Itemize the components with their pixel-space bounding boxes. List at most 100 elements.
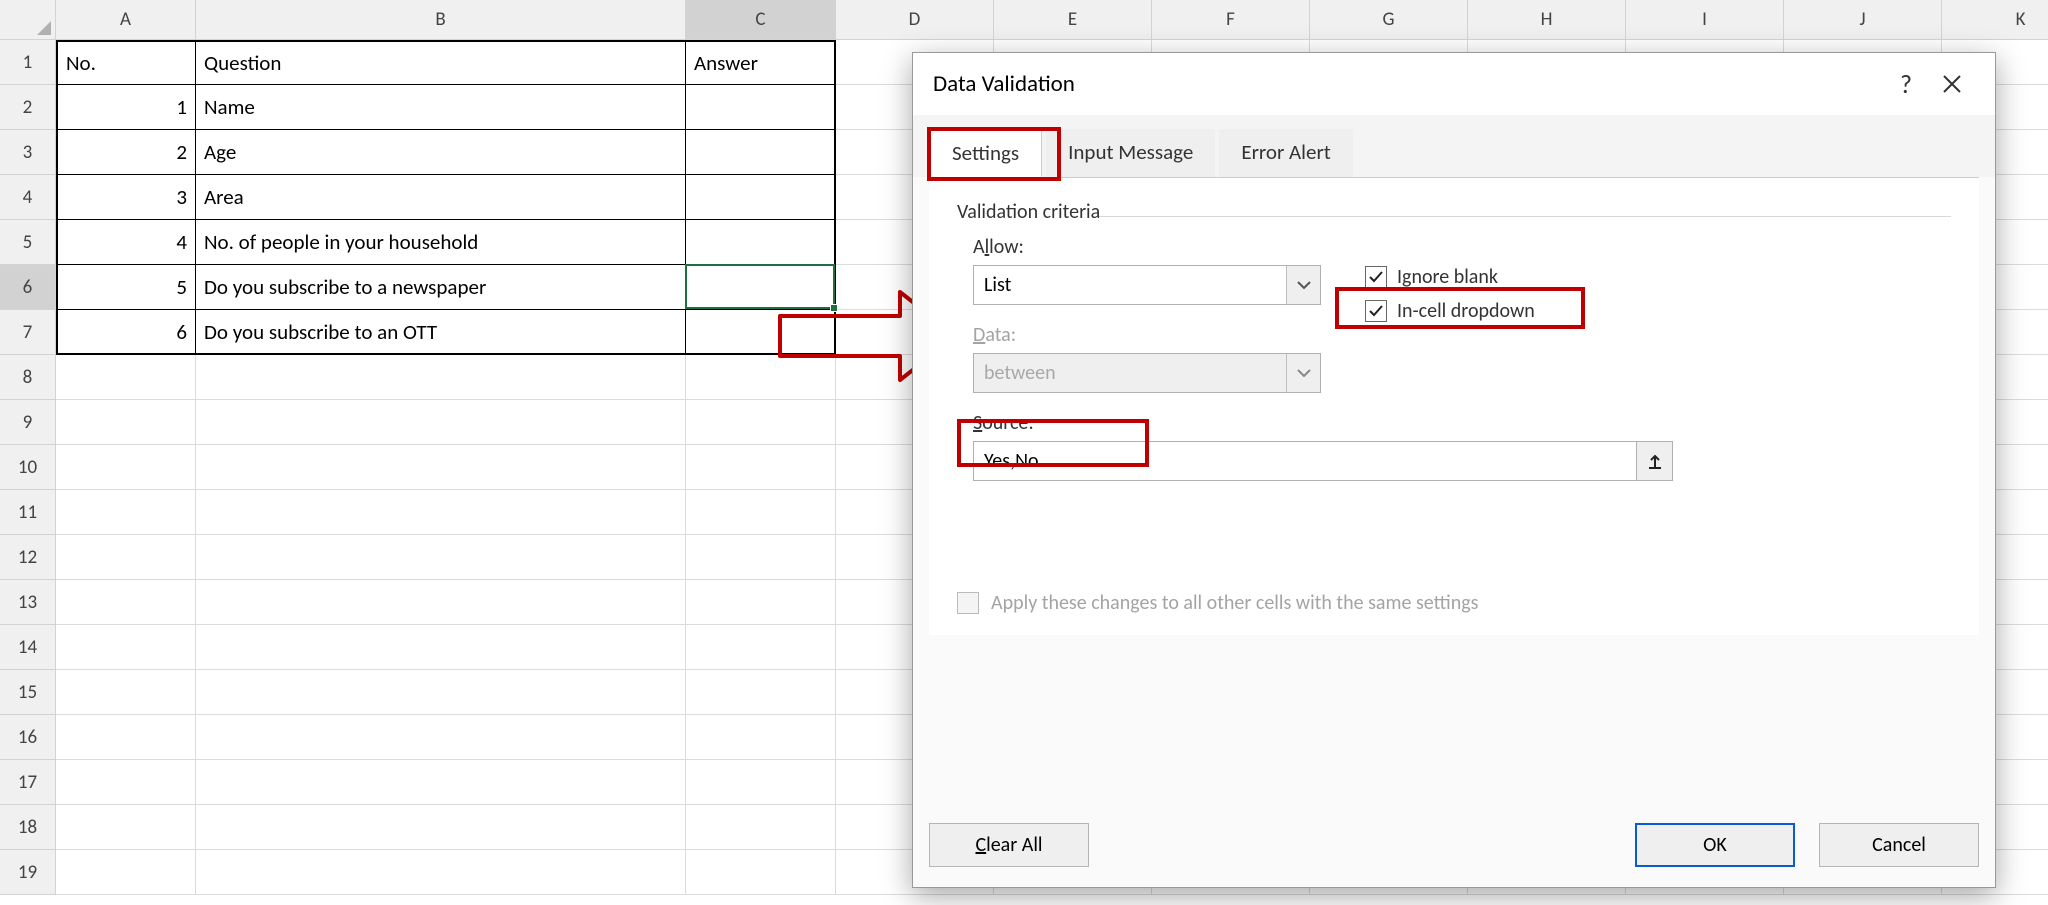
row-header-14[interactable]: 14 (0, 625, 56, 670)
column-header-C[interactable]: C (686, 0, 836, 40)
cell-B9[interactable] (196, 400, 686, 445)
cell-A13[interactable] (56, 580, 196, 625)
cell-B2[interactable]: Name (196, 85, 686, 130)
column-header-A[interactable]: A (56, 0, 196, 40)
cell-A16[interactable] (56, 715, 196, 760)
column-header-D[interactable]: D (836, 0, 994, 40)
tab-error-alert[interactable]: Error Alert (1219, 129, 1352, 177)
cell-B7[interactable]: Do you subscribe to an OTT (196, 310, 686, 355)
cell-C13[interactable] (686, 580, 836, 625)
cell-B3[interactable]: Age (196, 130, 686, 175)
cell-A19[interactable] (56, 850, 196, 895)
range-picker-button[interactable] (1637, 441, 1673, 481)
cell-A7[interactable]: 6 (56, 310, 196, 355)
cell-B12[interactable] (196, 535, 686, 580)
row-header-17[interactable]: 17 (0, 760, 56, 805)
select-all-corner[interactable] (0, 0, 56, 40)
cell-B10[interactable] (196, 445, 686, 490)
cell-C5[interactable] (686, 220, 836, 265)
cell-A14[interactable] (56, 625, 196, 670)
clear-all-button[interactable]: Clear All (929, 823, 1089, 867)
column-header-F[interactable]: F (1152, 0, 1310, 40)
column-header-B[interactable]: B (196, 0, 686, 40)
cell-A15[interactable] (56, 670, 196, 715)
row-header-1[interactable]: 1 (0, 40, 56, 85)
cell-B13[interactable] (196, 580, 686, 625)
source-input[interactable] (973, 441, 1637, 481)
ok-button[interactable]: OK (1635, 823, 1795, 867)
cell-C6[interactable] (686, 265, 836, 310)
cell-C15[interactable] (686, 670, 836, 715)
column-header-E[interactable]: E (994, 0, 1152, 40)
cell-B5[interactable]: No. of people in your household (196, 220, 686, 265)
row-header-2[interactable]: 2 (0, 85, 56, 130)
row-header-8[interactable]: 8 (0, 355, 56, 400)
cell-A9[interactable] (56, 400, 196, 445)
column-header-I[interactable]: I (1626, 0, 1784, 40)
cell-C14[interactable] (686, 625, 836, 670)
cell-B16[interactable] (196, 715, 686, 760)
cell-B8[interactable] (196, 355, 686, 400)
row-header-7[interactable]: 7 (0, 310, 56, 355)
row-header-11[interactable]: 11 (0, 490, 56, 535)
cell-A12[interactable] (56, 535, 196, 580)
row-header-9[interactable]: 9 (0, 400, 56, 445)
cell-B6[interactable]: Do you subscribe to a newspaper (196, 265, 686, 310)
column-header-G[interactable]: G (1310, 0, 1468, 40)
row-header-12[interactable]: 12 (0, 535, 56, 580)
cell-A17[interactable] (56, 760, 196, 805)
column-header-J[interactable]: J (1784, 0, 1942, 40)
cell-C17[interactable] (686, 760, 836, 805)
cell-A18[interactable] (56, 805, 196, 850)
cell-A4[interactable]: 3 (56, 175, 196, 220)
tab-input-message[interactable]: Input Message (1046, 129, 1215, 177)
cell-C3[interactable] (686, 130, 836, 175)
cell-C8[interactable] (686, 355, 836, 400)
row-header-4[interactable]: 4 (0, 175, 56, 220)
cell-B11[interactable] (196, 490, 686, 535)
row-header-19[interactable]: 19 (0, 850, 56, 895)
cell-B15[interactable] (196, 670, 686, 715)
cell-B4[interactable]: Area (196, 175, 686, 220)
cell-C11[interactable] (686, 490, 836, 535)
row-header-3[interactable]: 3 (0, 130, 56, 175)
help-button[interactable]: ? (1883, 61, 1929, 107)
cell-A2[interactable]: 1 (56, 85, 196, 130)
cell-B19[interactable] (196, 850, 686, 895)
cell-A6[interactable]: 5 (56, 265, 196, 310)
row-header-5[interactable]: 5 (0, 220, 56, 265)
row-header-13[interactable]: 13 (0, 580, 56, 625)
cell-C19[interactable] (686, 850, 836, 895)
cell-B1[interactable]: Question (196, 40, 686, 85)
tab-settings[interactable]: Settings (929, 129, 1042, 177)
cell-C7[interactable] (686, 310, 836, 355)
allow-dropdown-button[interactable] (1286, 266, 1320, 304)
row-header-18[interactable]: 18 (0, 805, 56, 850)
in-cell-dropdown-checkbox[interactable]: In-cell dropdown (1365, 299, 1535, 323)
cell-A11[interactable] (56, 490, 196, 535)
row-header-16[interactable]: 16 (0, 715, 56, 760)
cell-A10[interactable] (56, 445, 196, 490)
ignore-blank-checkbox[interactable]: Ignore blank (1365, 265, 1535, 289)
cell-A5[interactable]: 4 (56, 220, 196, 265)
cell-A3[interactable]: 2 (56, 130, 196, 175)
cell-C18[interactable] (686, 805, 836, 850)
cancel-button[interactable]: Cancel (1819, 823, 1979, 867)
cell-C10[interactable] (686, 445, 836, 490)
cell-A8[interactable] (56, 355, 196, 400)
cell-B18[interactable] (196, 805, 686, 850)
column-header-H[interactable]: H (1468, 0, 1626, 40)
close-button[interactable] (1929, 61, 1975, 107)
cell-B17[interactable] (196, 760, 686, 805)
cell-C9[interactable] (686, 400, 836, 445)
cell-C4[interactable] (686, 175, 836, 220)
cell-C1[interactable]: Answer (686, 40, 836, 85)
cell-C2[interactable] (686, 85, 836, 130)
column-header-K[interactable]: K (1942, 0, 2048, 40)
cell-C16[interactable] (686, 715, 836, 760)
row-header-6[interactable]: 6 (0, 265, 56, 310)
cell-C12[interactable] (686, 535, 836, 580)
cell-B14[interactable] (196, 625, 686, 670)
row-header-10[interactable]: 10 (0, 445, 56, 490)
row-header-15[interactable]: 15 (0, 670, 56, 715)
